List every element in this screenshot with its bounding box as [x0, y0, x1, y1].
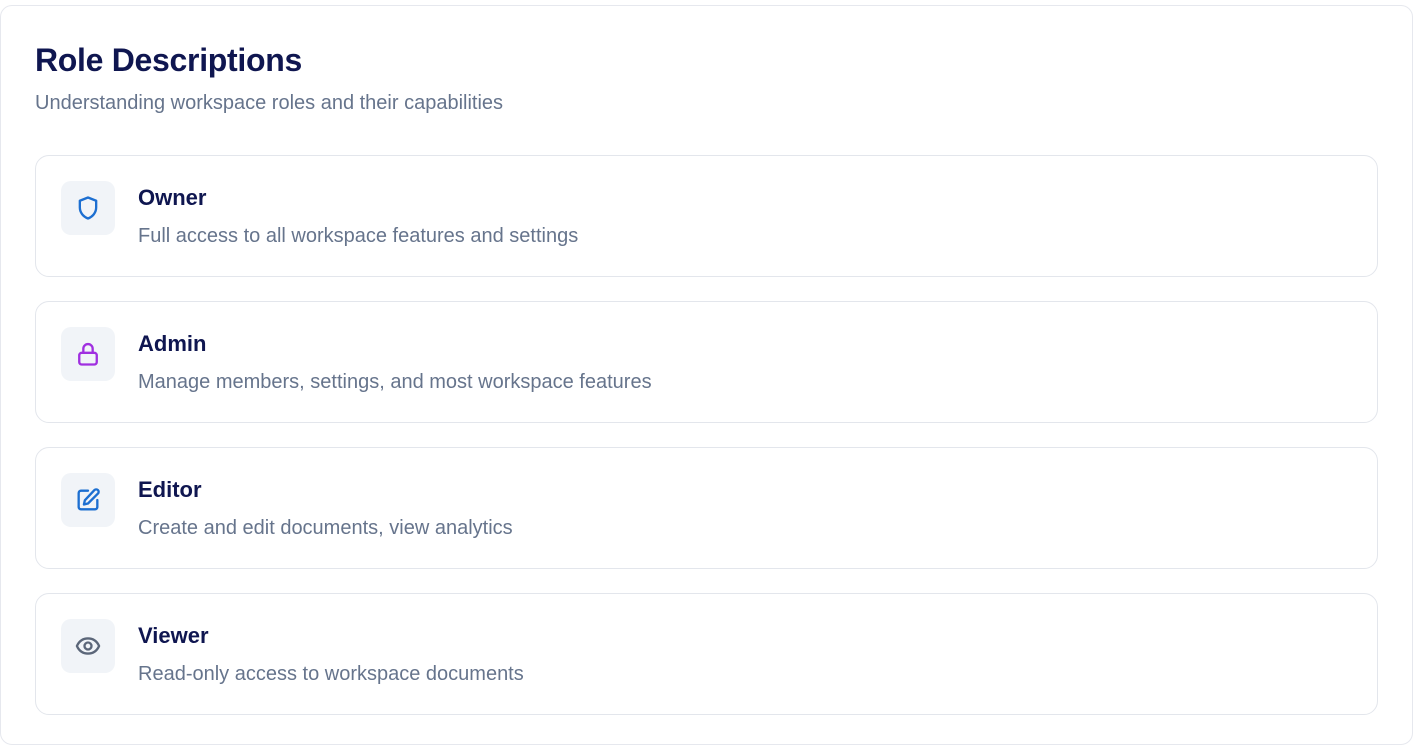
role-card-owner[interactable]: Owner Full access to all workspace featu… [35, 155, 1378, 277]
role-icon-container [61, 473, 115, 527]
role-card-viewer[interactable]: Viewer Read-only access to workspace doc… [35, 593, 1378, 715]
lock-icon [78, 342, 98, 366]
role-name: Viewer [138, 623, 209, 648]
edit-icon [77, 488, 100, 511]
eye-icon [75, 637, 101, 655]
role-description: Create and edit documents, view analytic… [138, 517, 513, 539]
role-description: Read-only access to workspace documents [138, 663, 524, 685]
role-description: Full access to all workspace features an… [138, 225, 579, 247]
role-name: Editor [138, 477, 202, 502]
role-icon-container [61, 327, 115, 381]
role-descriptions-panel: Role Descriptions Understanding workspac… [0, 5, 1413, 745]
role-name: Owner [138, 185, 207, 210]
role-list: Owner Full access to all workspace featu… [35, 155, 1378, 739]
role-name: Admin [138, 331, 207, 356]
page-subtitle: Understanding workspace roles and their … [35, 92, 504, 114]
shield-icon [78, 196, 98, 220]
page-title: Role Descriptions [35, 42, 302, 78]
role-icon-container [61, 181, 115, 235]
role-icon-container [61, 619, 115, 673]
role-card-editor[interactable]: Editor Create and edit documents, view a… [35, 447, 1378, 569]
role-card-admin[interactable]: Admin Manage members, settings, and most… [35, 301, 1378, 423]
role-description: Manage members, settings, and most works… [138, 371, 652, 393]
